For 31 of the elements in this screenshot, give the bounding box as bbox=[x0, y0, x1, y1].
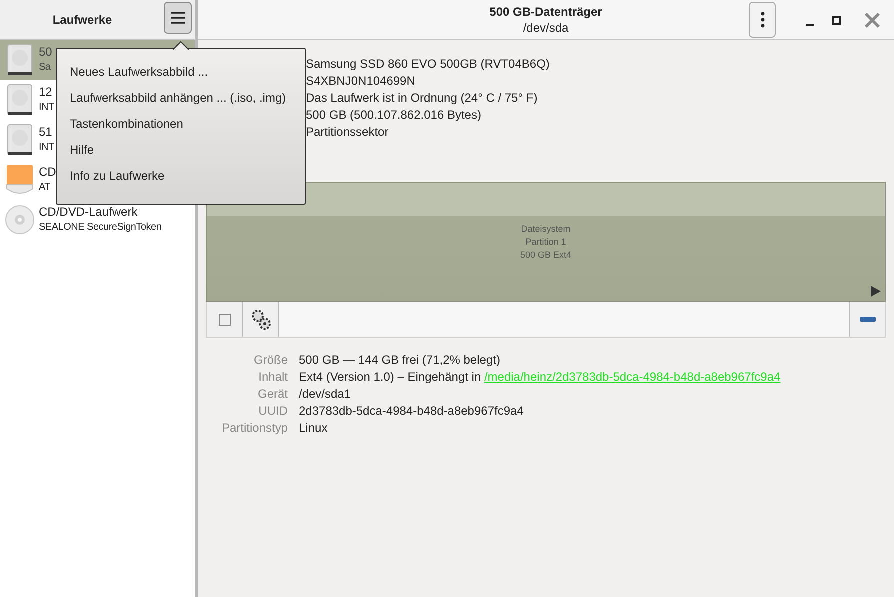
partition-label: Dateisystem bbox=[521, 223, 571, 236]
property-value: Ext4 (Version 1.0) – Eingehängt in /media/heinz/2d3783db-5dca-4984-b48d-a8eb967fc9a4 bbox=[299, 369, 782, 386]
property-value: /dev/sda1 bbox=[299, 386, 352, 403]
drive-name: CD/DVD-Laufwerk bbox=[39, 205, 139, 220]
drive-name: CD bbox=[39, 165, 56, 180]
drive-info-value: Das Laufwerk ist in Ordnung (24° C / 75° F) bbox=[306, 90, 539, 107]
drive-name: 51 bbox=[39, 125, 54, 140]
drive-name: 50 bbox=[39, 45, 52, 60]
property-label: Gerät bbox=[256, 386, 288, 403]
drive-info-value: Samsung SSD 860 EVO 500GB (RVT04B6Q) bbox=[306, 56, 551, 73]
drive-info-value: S4XBNJ0N104699N bbox=[306, 73, 416, 90]
drive-name: 12 bbox=[39, 85, 54, 100]
property-value: 500 GB — 144 GB frei (71,2% belegt) bbox=[299, 352, 502, 369]
property-value: Linux bbox=[299, 420, 329, 437]
window-title: 500 GB-Datenträger bbox=[490, 4, 602, 20]
property-label: Partitionstyp bbox=[220, 420, 288, 437]
drive-detail: INT bbox=[39, 141, 54, 155]
drive-detail: SEALONE SecureSignToken bbox=[39, 221, 162, 235]
sidebar-title: Laufwerke bbox=[52, 12, 112, 28]
window-subtitle: /dev/sda bbox=[523, 20, 569, 36]
drive-info-value: Partitionssektor bbox=[306, 124, 390, 141]
drive-detail: AT bbox=[39, 181, 52, 195]
property-label: Inhalt bbox=[258, 369, 288, 386]
property-value: 2d3783db-5dca-4984-b48d-a8eb967fc9a4 bbox=[299, 403, 525, 420]
partition-label: 500 GB Ext4 bbox=[520, 249, 572, 262]
drive-info-value: 500 GB (500.107.862.016 Bytes) bbox=[306, 107, 482, 124]
property-label: UUID bbox=[258, 403, 288, 420]
partition-label: Partition 1 bbox=[526, 236, 566, 249]
property-label: Größe bbox=[252, 352, 288, 369]
drive-detail: INT bbox=[39, 101, 54, 115]
drive-detail: Sa bbox=[39, 61, 52, 75]
